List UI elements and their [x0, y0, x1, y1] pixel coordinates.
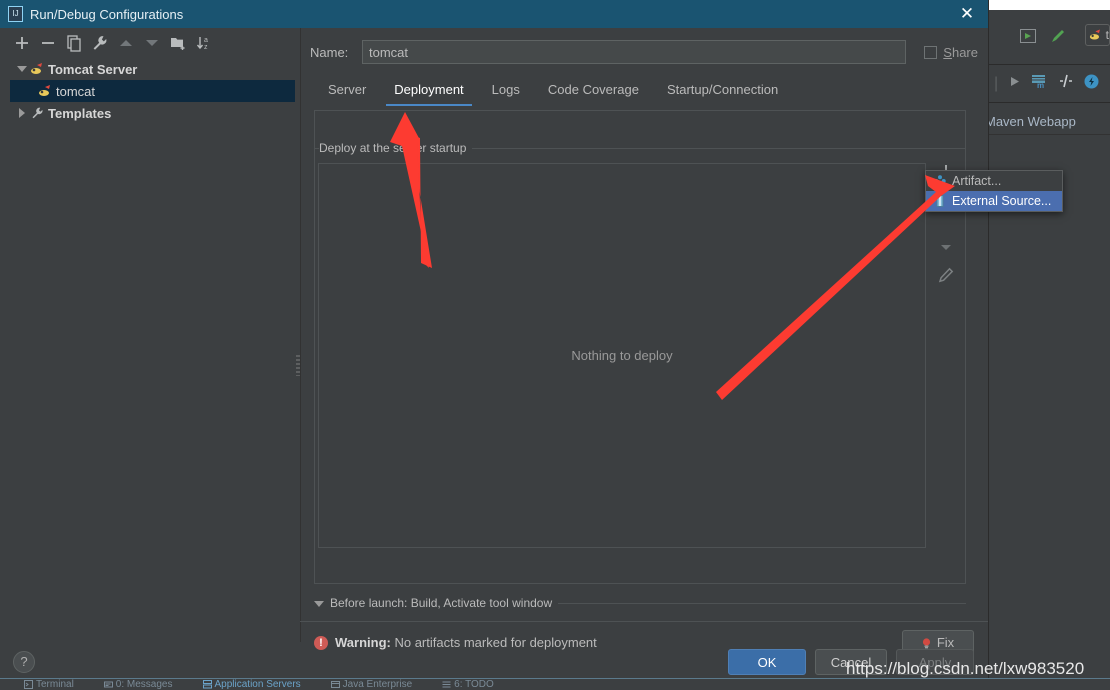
edit-deployment-button[interactable] [931, 261, 961, 289]
deployment-list[interactable]: Nothing to deploy [318, 163, 926, 548]
sort-alpha-icon[interactable]: az [195, 34, 213, 52]
configurations-tree: Tomcat Server tomcat Templates [10, 58, 295, 124]
tree-item-label: tomcat [56, 83, 96, 99]
menu-item-external-source[interactable]: External Source... [926, 191, 1062, 211]
copy-configuration-button[interactable] [65, 34, 83, 52]
status-tab-java-enterprise[interactable]: Java Enterprise [330, 678, 413, 690]
ide-top-strip [988, 0, 1110, 10]
external-source-icon [934, 195, 946, 207]
ok-button[interactable]: OK [728, 649, 806, 675]
caret-right-icon[interactable] [14, 108, 30, 118]
deployment-empty-text: Nothing to deploy [571, 348, 673, 363]
status-tab-messages[interactable]: 0: Messages [103, 678, 173, 690]
status-tab-label: Application Servers [214, 678, 301, 690]
add-deployment-popup-menu: Artifact... External Source... [925, 170, 1063, 212]
ide-panel-divider [988, 134, 1110, 135]
share-label-text: hare [951, 44, 978, 60]
caret-down-icon[interactable] [14, 66, 30, 72]
artifact-icon [934, 175, 946, 187]
ide-run-configuration-selector[interactable]: t [1085, 24, 1110, 46]
debug-step-icon[interactable] [1058, 74, 1074, 93]
wrench-icon [30, 106, 45, 120]
terminal-icon [24, 680, 33, 689]
new-folder-icon[interactable] [169, 34, 187, 52]
configuration-tabs: Server Deployment Logs Code Coverage Sta… [314, 76, 792, 106]
help-button[interactable]: ? [13, 651, 35, 673]
ide-run-toolbar: | m [988, 65, 1110, 103]
dialog-titlebar: Run/Debug Configurations ✕ [0, 0, 988, 28]
svg-text:a: a [204, 37, 208, 44]
screen: t | m Maven Webapp Run/Debug Configurati… [0, 0, 1110, 690]
status-tab-todo[interactable]: 6: TODO [442, 679, 494, 690]
status-tab-application-servers[interactable]: Application Servers [202, 678, 301, 690]
share-checkbox[interactable] [924, 45, 938, 59]
menu-item-label: Artifact... [952, 174, 1002, 188]
deploy-group-title: Deploy at the server startup [319, 141, 473, 155]
move-down-deployment-button[interactable] [931, 233, 961, 261]
move-up-button[interactable] [117, 34, 135, 52]
share-label: Share [943, 44, 978, 60]
ide-right-panel [988, 134, 1110, 680]
edit-templates-button[interactable] [91, 34, 109, 52]
tab-code-coverage[interactable]: Code Coverage [534, 76, 653, 106]
tree-item-label: Templates [48, 105, 112, 121]
close-icon[interactable]: ✕ [954, 3, 980, 25]
before-launch-line [558, 602, 966, 604]
remove-configuration-button[interactable] [39, 34, 57, 52]
build-hammer-icon[interactable] [1048, 27, 1066, 50]
move-down-button[interactable] [143, 34, 161, 52]
before-launch-label: Before launch: Build, Activate tool wind… [330, 596, 553, 610]
configurations-panel: az Tomcat Server tomcat Templates [0, 28, 300, 642]
ide-project-label: Maven Webapp [985, 114, 1076, 129]
status-tab-label: 0: Messages [115, 678, 173, 690]
configurations-toolbar: az [0, 28, 297, 58]
java-ee-icon [330, 680, 340, 689]
tree-item-templates[interactable]: Templates [10, 102, 295, 124]
messages-icon [103, 680, 113, 689]
name-input[interactable] [362, 40, 907, 64]
todo-icon [442, 680, 451, 689]
lightning-icon[interactable] [1084, 74, 1099, 94]
pane-divider [300, 28, 301, 642]
name-label: Name: [310, 44, 349, 60]
run-debug-configurations-dialog: Run/Debug Configurations ✕ [0, 0, 988, 680]
watermark: https://blog.csdn.net/lxw983520 [846, 659, 1085, 678]
ide-status-bar: Terminal 0: Messages Application Servers… [0, 678, 1110, 690]
status-tab-terminal[interactable]: Terminal [24, 679, 74, 690]
status-tab-label: Terminal [36, 678, 74, 690]
caret-down-icon[interactable] [314, 594, 324, 612]
share-checkbox-group[interactable]: Share [924, 45, 978, 60]
status-tab-label: Java Enterprise [342, 678, 413, 690]
configuration-editor-panel: Name: Share Server Deployment Logs Code … [300, 28, 988, 655]
intellij-idea-icon [8, 6, 23, 22]
svg-text:z: z [204, 44, 208, 51]
name-row: Name: Share [310, 40, 978, 64]
menu-item-label: External Source... [952, 194, 1052, 208]
ide-toolbar-icons [1020, 27, 1066, 50]
deployment-tab-panel: Deploy at the server startup Nothing to … [314, 110, 966, 584]
tomcat-icon [30, 62, 45, 76]
tab-server[interactable]: Server [314, 76, 380, 106]
tab-startup-connection[interactable]: Startup/Connection [653, 76, 792, 106]
dialog-footer: ? OK Cancel Apply [0, 642, 988, 680]
add-configuration-button[interactable] [13, 34, 31, 52]
run-icon[interactable] [1008, 75, 1021, 93]
run-config-icon[interactable] [1020, 29, 1036, 48]
status-tab-label: 6: TODO [454, 678, 494, 690]
tab-deployment[interactable]: Deployment [380, 76, 477, 106]
menu-item-artifact[interactable]: Artifact... [926, 171, 1062, 191]
tomcat-icon [38, 84, 53, 98]
dialog-body: az Tomcat Server tomcat Templates Name: … [0, 28, 988, 655]
tree-item-tomcat[interactable]: tomcat [10, 80, 295, 102]
dialog-title: Run/Debug Configurations [30, 6, 184, 22]
before-launch-section[interactable]: Before launch: Build, Activate tool wind… [314, 594, 966, 612]
tab-logs[interactable]: Logs [478, 76, 534, 106]
maven-icon[interactable]: m [1031, 74, 1048, 94]
svg-text:m: m [1037, 81, 1044, 89]
tree-item-tomcat-server[interactable]: Tomcat Server [10, 58, 295, 80]
tree-item-label: Tomcat Server [48, 61, 138, 77]
app-servers-icon [202, 680, 212, 689]
